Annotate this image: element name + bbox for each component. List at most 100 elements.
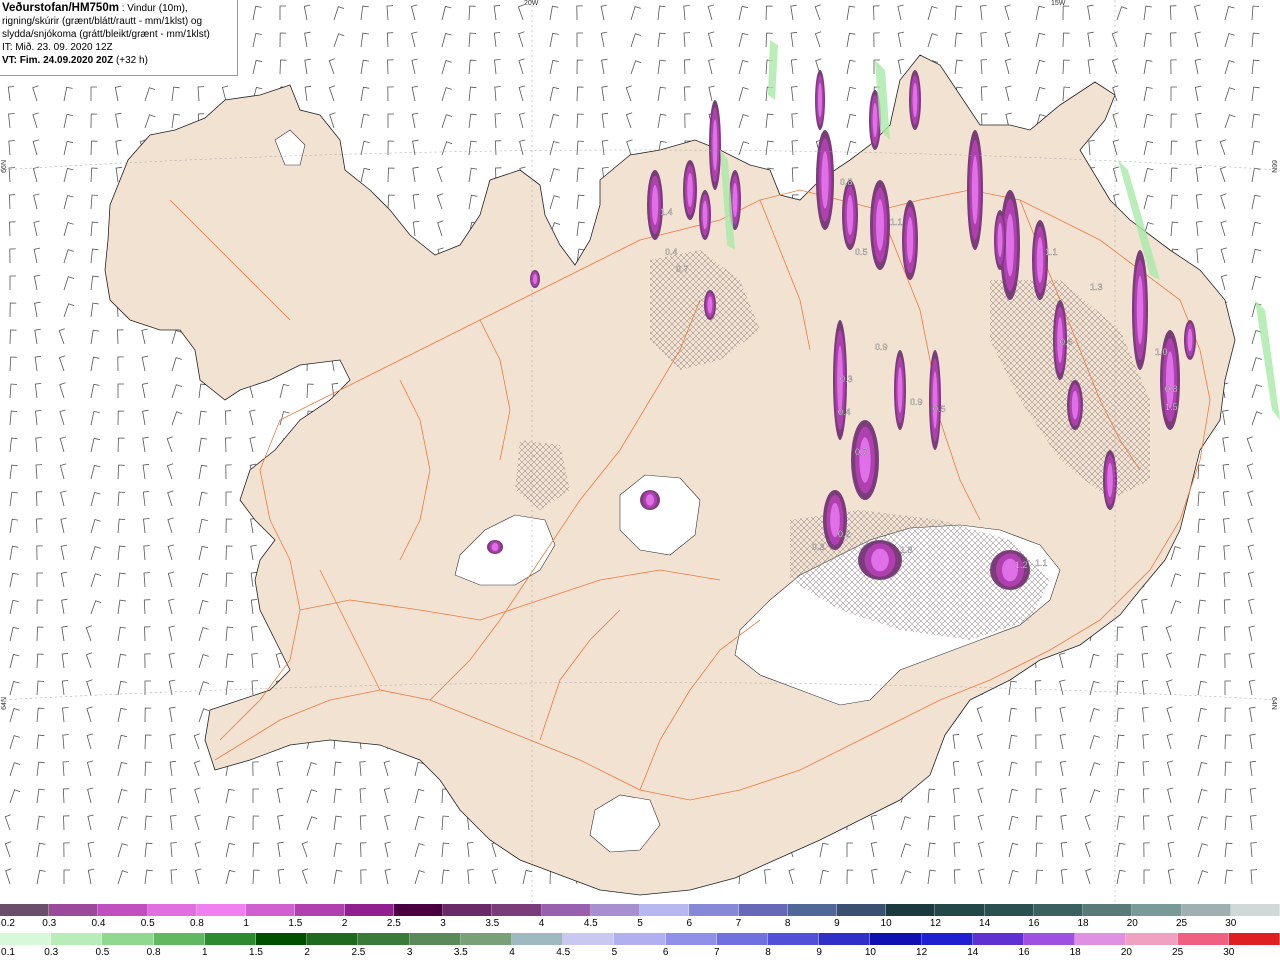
rain-scale-label: 1: [202, 947, 208, 958]
snow-scale-label: 4: [538, 918, 545, 929]
snow-streak-peak: [1166, 351, 1174, 409]
precip-value-label: 0.5: [933, 404, 946, 414]
snow-streak-peak: [876, 199, 884, 251]
snow-streak-peak: [646, 494, 654, 506]
precip-value-label: 1.3: [1090, 282, 1103, 292]
lon-label-20w: 20W: [524, 0, 539, 7]
color-legend: 0.2 0.3 0.4 0.5 0.8 1 1.5 2 2.5 3 3.5 4 4.5 5 6 7 8 9 10 12…: [0, 903, 1280, 960]
snow-scale-label: 8: [784, 918, 791, 929]
rain-scale-swatch: [460, 933, 513, 945]
rain-scale-label: 16: [1018, 947, 1030, 958]
snow-streak-peak: [712, 119, 718, 171]
model-title: Veðurstofan/HM750m: [2, 2, 119, 14]
rain-scale-swatch: [972, 933, 1025, 945]
precip-value-label: 0.9: [875, 342, 888, 352]
snow-scale-label: 0.4: [91, 918, 106, 929]
snow-scale-swatch: [1083, 904, 1133, 916]
snow-scale-swatch: [640, 904, 690, 916]
snow-streak-peak: [906, 217, 914, 263]
rain-scale-label: 2: [304, 947, 310, 958]
rain-scale-label: 25: [1172, 947, 1184, 958]
rain-scale-label: 5: [611, 947, 618, 958]
snow-streak-peak: [1006, 213, 1014, 277]
rain-scale-label: 4.5: [556, 947, 571, 958]
precip-value-label: 0.3: [840, 374, 853, 384]
snow-streak-peak: [1071, 390, 1079, 420]
snow-streak-peak: [533, 273, 537, 285]
snow-scale-swatch: [1132, 904, 1182, 916]
snow-scale-label: 0.2: [1, 918, 15, 929]
rain-scale-label: 12: [916, 947, 928, 958]
rain-scale-swatch: [1177, 933, 1229, 945]
snow-streak-peak: [702, 200, 708, 230]
precip-value-label: 1.5: [1165, 402, 1178, 412]
snow-scale-label: 2: [341, 918, 348, 929]
info-line-init-time: IT: Mið. 23. 09. 2020 12Z: [2, 42, 113, 53]
precip-value-label: 1.0: [1155, 347, 1168, 357]
rain-scale-label: 18: [1069, 947, 1081, 958]
snow-streak-peak: [491, 543, 499, 551]
precip-value-label: 0.2: [838, 529, 851, 539]
snow-scale-swatch: [246, 904, 296, 916]
snow-scale-label: 10: [880, 918, 892, 929]
rain-scale-swatch: [1024, 933, 1076, 945]
rain-scale-label: 3.5: [453, 947, 468, 958]
rain-scale-swatch: [1228, 933, 1280, 945]
snow-streak-peak: [872, 102, 878, 138]
snow-scale-swatch: [98, 904, 148, 916]
snow-scale-label: 14: [979, 918, 991, 929]
precip-value-label: 0.7: [676, 264, 689, 274]
rain-scale-swatch: [307, 933, 359, 945]
snow-streak-peak: [971, 155, 979, 225]
rain-scale-labels: 0.1 0.3 0.5 0.8 1 1.5 2 2.5 3 3.5 4 4.5 5 6 7 8 9 10 12 14 1…: [0, 947, 1280, 959]
precip-value-label: 0.4: [665, 247, 678, 257]
snow-color-scale: [0, 904, 1280, 916]
snow-scale-swatch: [886, 904, 936, 916]
precip-value-label: 0.7: [855, 447, 868, 457]
rain-scale-swatch: [1075, 933, 1127, 945]
snow-scale-swatch: [295, 904, 345, 916]
snow-scale-swatch: [443, 904, 493, 916]
precip-value-label: 0.6: [1060, 337, 1073, 347]
snow-streak-peak: [707, 296, 713, 314]
snow-scale-swatch: [0, 904, 50, 916]
rain-scale-swatch: [614, 933, 666, 945]
snow-scale-label: 30: [1225, 918, 1237, 929]
snow-scale-swatch: [344, 904, 394, 916]
snow-scale-swatch: [935, 904, 985, 916]
rain-scale-swatch: [358, 933, 410, 945]
rain-scale-label: 4: [509, 947, 515, 958]
snow-scale-swatch: [590, 904, 641, 916]
snow-scale-label: 20: [1126, 918, 1138, 929]
rain-scale-label: 10: [864, 947, 876, 958]
snow-streak-peak: [871, 548, 889, 572]
snow-streak-peak: [859, 437, 871, 483]
snow-scale-swatch: [541, 904, 591, 916]
snow-streak-peak: [651, 185, 659, 225]
snow-streak-peak: [732, 182, 738, 218]
precip-value-label: 1.1: [1045, 247, 1058, 257]
snow-scale-swatch: [1181, 904, 1231, 916]
snow-scale-label: 3: [440, 918, 446, 929]
snow-streak-peak: [821, 151, 829, 209]
rain-scale-label: 2.5: [351, 947, 366, 958]
rain-color-scale: [0, 933, 1280, 945]
lon-label-15w: 15W: [1051, 0, 1066, 7]
precip-value-label: 0.8: [1165, 384, 1178, 394]
precip-value-label: 0.5: [855, 247, 868, 257]
rain-scale-swatch: [51, 933, 103, 945]
info-line2: rigning/skúrir (grænt/blátt/rautt - mm/1…: [2, 16, 203, 27]
rain-scale-label: 0.8: [146, 947, 161, 958]
precip-value-label: 0.3: [812, 542, 825, 552]
snow-scale-label: 18: [1077, 918, 1089, 929]
snow-scale-label: 1: [243, 918, 249, 929]
precip-value-label: 1.4: [660, 207, 673, 217]
rain-scale-label: 8: [765, 947, 771, 958]
snow-scale-label: 0.3: [42, 918, 57, 929]
lat-label-66n-left: 66N: [1, 160, 8, 173]
lat-label-64n-right: 64N: [1270, 697, 1277, 710]
map-area[interactable]: 1.4 0.7 0.4 0.8 0.5 1.1 0.9 0.3 0.4 0.7 0.3 0.8 1.5 1…: [0, 0, 1280, 903]
rain-scale-swatch: [921, 933, 973, 945]
precip-value-label: 0.4: [838, 407, 851, 417]
rain-scale-swatch: [1126, 933, 1178, 945]
